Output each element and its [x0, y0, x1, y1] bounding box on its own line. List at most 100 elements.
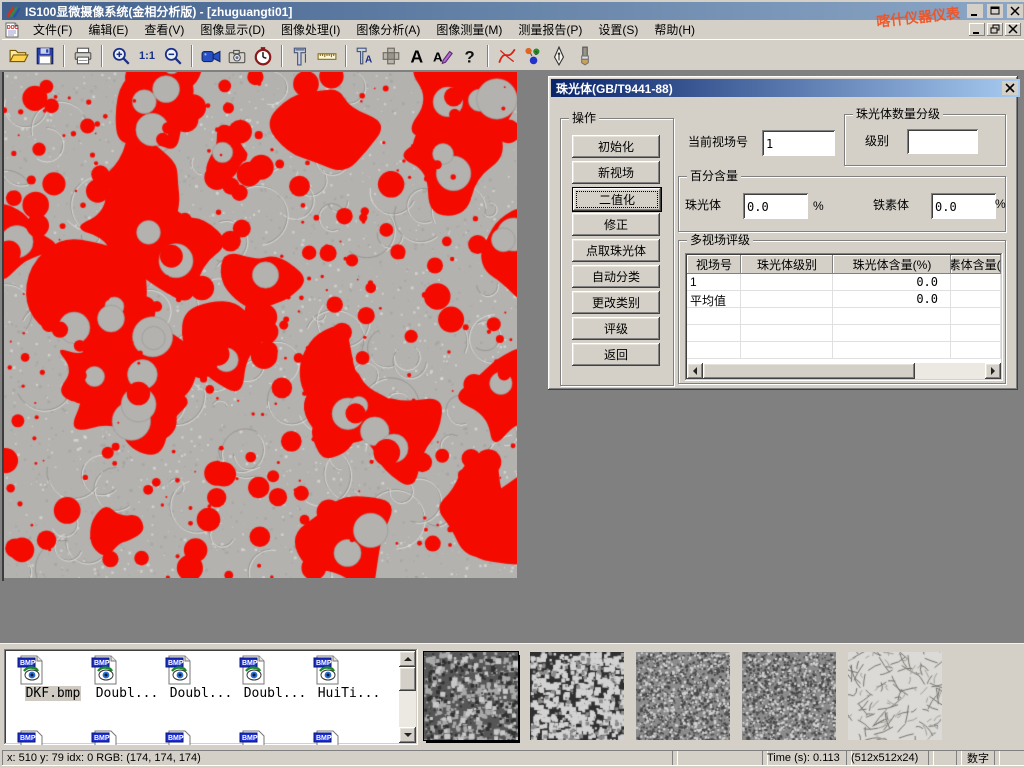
file-name[interactable]: Doubl...	[243, 686, 308, 701]
menu-item-edit[interactable]: 编辑(E)	[81, 19, 135, 40]
menu-item-image-process[interactable]: 图像处理(I)	[274, 19, 347, 40]
mdi-minimize-button[interactable]	[969, 23, 985, 36]
curve-measure-icon[interactable]	[494, 43, 520, 69]
menu-item-help[interactable]: 帮助(H)	[647, 19, 702, 40]
grade-input[interactable]	[907, 129, 979, 155]
menu-item-image-measure[interactable]: 图像测量(M)	[429, 19, 509, 40]
op-button-pick-pearlite[interactable]: 点取珠光体	[572, 239, 660, 262]
table-cell	[951, 325, 1001, 342]
thumbnail-5[interactable]	[848, 652, 942, 740]
file-item[interactable]: BMP	[90, 729, 164, 745]
merge-grid-icon[interactable]	[378, 43, 404, 69]
table-horizontal-scrollbar[interactable]	[687, 363, 1001, 379]
metallograph-image[interactable]	[2, 72, 517, 581]
mdi-close-button[interactable]	[1005, 23, 1021, 36]
print-icon[interactable]	[70, 43, 96, 69]
table-cell[interactable]: 1	[687, 274, 741, 291]
particle-classify-icon[interactable]: 3	[520, 43, 546, 69]
table-cell[interactable]: 0.0	[833, 274, 951, 291]
table-header-view[interactable]: 视场号	[687, 255, 741, 274]
op-button-initialize[interactable]: 初始化	[572, 135, 660, 158]
open-file-icon[interactable]	[6, 43, 32, 69]
file-item[interactable]: BMP DKF.bmp	[16, 654, 90, 701]
file-name[interactable]: Doubl...	[95, 686, 160, 701]
file-item[interactable]: BMP Doubl...	[238, 654, 312, 701]
ruler-icon[interactable]	[314, 43, 340, 69]
scrollbar-thumb[interactable]	[703, 363, 915, 379]
camera-capture-icon[interactable]	[224, 43, 250, 69]
mdi-restore-button[interactable]	[987, 23, 1003, 36]
file-name[interactable]: HuiTi...	[317, 686, 382, 701]
menu-item-file[interactable]: 文件(F)	[26, 19, 79, 40]
grade-group: 珠光体数量分级 级别	[844, 114, 1006, 166]
pearlite-percent-input[interactable]	[743, 193, 809, 220]
save-icon[interactable]	[32, 43, 58, 69]
table-cell[interactable]: 平均值	[687, 291, 741, 308]
file-item[interactable]: BMP Doubl...	[164, 654, 238, 701]
metallograph-canvas[interactable]	[4, 72, 517, 578]
measure-label-icon[interactable]: A	[352, 43, 378, 69]
toolbar-separator	[191, 45, 193, 67]
brush-tool-icon[interactable]	[572, 43, 598, 69]
op-button-binarize[interactable]: 二值化	[572, 187, 662, 212]
table-cell[interactable]	[741, 291, 833, 308]
caliper-icon[interactable]	[288, 43, 314, 69]
op-button-return[interactable]: 返回	[572, 343, 660, 366]
minimize-button[interactable]	[967, 4, 983, 18]
file-item[interactable]: BMP	[164, 729, 238, 745]
actual-size-icon[interactable]: 1:1	[134, 43, 160, 69]
table-header-ferrite[interactable]: 铁素体含量(%)	[951, 255, 1001, 274]
menu-item-settings[interactable]: 设置(S)	[591, 19, 645, 40]
table-header-grade[interactable]: 珠光体级别	[741, 255, 833, 274]
ferrite-percent-input[interactable]	[931, 193, 997, 220]
thumbnail-3[interactable]	[636, 652, 730, 740]
timer-icon[interactable]	[250, 43, 276, 69]
op-button-new-field[interactable]: 新视场	[572, 161, 660, 184]
thumbnail-1[interactable]	[424, 652, 518, 740]
status-bar: x: 510 y: 79 idx: 0 RGB: (174, 174, 174)…	[0, 748, 1024, 768]
menu-item-image-analysis[interactable]: 图像分析(A)	[349, 19, 427, 40]
file-list-scrollbar[interactable]	[399, 651, 416, 743]
file-item[interactable]: BMP	[238, 729, 312, 745]
thumbnail-2[interactable]	[530, 652, 624, 740]
annotate-icon[interactable]: A	[430, 43, 456, 69]
zoom-out-icon[interactable]	[160, 43, 186, 69]
current-view-input[interactable]	[762, 130, 836, 157]
scrollbar-thumb[interactable]	[399, 667, 416, 691]
table-cell[interactable]: 0.0	[833, 291, 951, 308]
app-icon	[5, 4, 21, 18]
table-cell[interactable]	[951, 274, 1001, 291]
help-icon[interactable]: ?	[456, 43, 482, 69]
file-item[interactable]: BMP	[16, 729, 90, 745]
table-header-pearlite[interactable]: 珠光体含量(%)	[833, 255, 951, 274]
file-item[interactable]: BMP Doubl...	[90, 654, 164, 701]
ferrite-unit: %	[995, 196, 1006, 212]
op-button-grade[interactable]: 评级	[572, 317, 660, 340]
maximize-button[interactable]	[987, 4, 1003, 18]
scroll-right-icon[interactable]	[985, 363, 1001, 379]
multiview-group-label: 多视场评级	[687, 233, 753, 248]
file-name[interactable]: DKF.bmp	[25, 686, 82, 701]
menu-item-view[interactable]: 查看(V)	[137, 19, 191, 40]
video-capture-icon[interactable]	[198, 43, 224, 69]
scroll-up-icon[interactable]	[399, 651, 416, 667]
text-tool-icon[interactable]: A	[404, 43, 430, 69]
file-name[interactable]: Doubl...	[169, 686, 234, 701]
scroll-down-icon[interactable]	[399, 727, 416, 743]
dialog-close-icon[interactable]	[1002, 81, 1018, 95]
file-item[interactable]: BMP	[312, 729, 386, 745]
close-button[interactable]	[1007, 4, 1023, 18]
table-cell[interactable]	[741, 274, 833, 291]
op-button-change-class[interactable]: 更改类别	[572, 291, 660, 314]
document-icon[interactable]: DOC	[4, 22, 20, 38]
op-button-correct[interactable]: 修正	[572, 213, 660, 236]
scroll-left-icon[interactable]	[687, 363, 703, 379]
thumbnail-4[interactable]	[742, 652, 836, 740]
op-button-auto-classify[interactable]: 自动分类	[572, 265, 660, 288]
zoom-in-icon[interactable]	[108, 43, 134, 69]
table-cell[interactable]	[951, 291, 1001, 308]
pen-tool-icon[interactable]	[546, 43, 572, 69]
file-item[interactable]: BMP HuiTi...	[312, 654, 386, 701]
menu-item-measure-report[interactable]: 测量报告(P)	[511, 19, 589, 40]
menu-item-image-display[interactable]: 图像显示(D)	[193, 19, 272, 40]
